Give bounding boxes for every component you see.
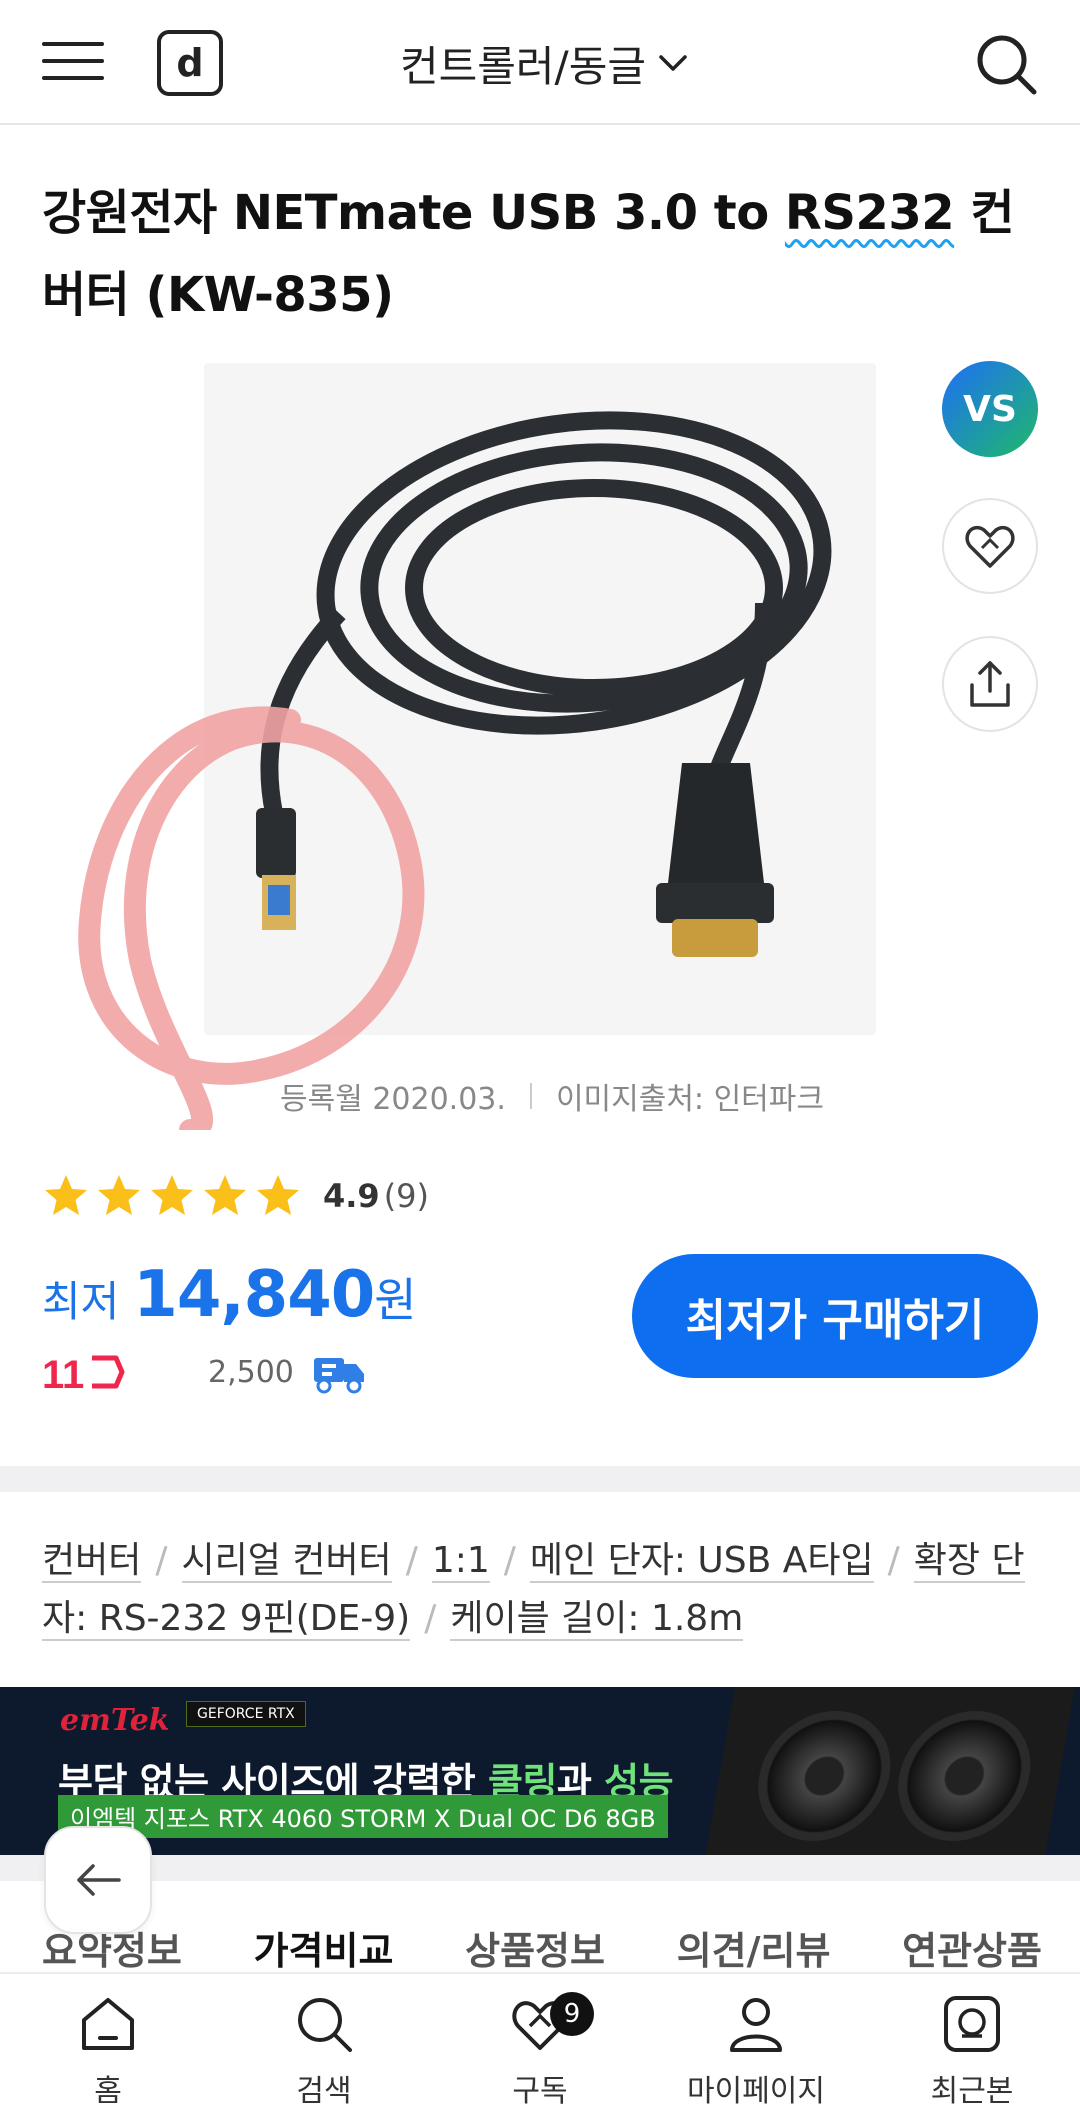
- star-icon: [45, 1175, 87, 1215]
- spec-tag[interactable]: 컨버터: [42, 1540, 142, 1583]
- wishlist-button[interactable]: [942, 498, 1038, 594]
- category-dropdown[interactable]: 컨트롤러/동글: [400, 30, 688, 96]
- spec-separator: /: [424, 1598, 437, 1639]
- person-icon: [730, 1998, 782, 2052]
- product-meta: 등록월 2020.03. 이미지출처: 인터파크: [280, 1074, 824, 1118]
- search-icon: [298, 1998, 352, 2052]
- tab-price-compare[interactable]: 가격비교: [254, 1920, 394, 1975]
- product-title: 강원전자 NETmate USB 3.0 to RS232 컨버터 (KW-83…: [42, 185, 1015, 323]
- spec-separator: /: [503, 1540, 516, 1581]
- detail-tabs: 요약정보 가격비교 상품정보 의견/리뷰 연관상품: [42, 1920, 1042, 1975]
- category-label: 컨트롤러/동글: [400, 41, 646, 91]
- tab-product-info[interactable]: 상품정보: [465, 1920, 605, 1975]
- share-button[interactable]: [942, 636, 1038, 732]
- spec-tag[interactable]: 시리얼 컨버터: [181, 1540, 392, 1583]
- share-icon: [970, 661, 1010, 707]
- arrow-left-icon: [77, 1864, 121, 1896]
- star-icon: [151, 1175, 193, 1215]
- spec-tag[interactable]: 1:1: [431, 1540, 490, 1583]
- banner-subtitle: 이엠텍 지포스 RTX 4060 STORM X Dual OC D6 8GB: [58, 1795, 668, 1838]
- spec-separator: /: [887, 1540, 900, 1581]
- emtek-logo: emTek: [60, 1703, 170, 1738]
- spec-separator: /: [405, 1540, 418, 1581]
- nav-subscribe[interactable]: 9 구독: [432, 1974, 648, 2128]
- nav-recent[interactable]: 최근본: [864, 1974, 1080, 2128]
- search-icon[interactable]: [972, 30, 1040, 98]
- gpu-fan: [887, 1711, 1041, 1841]
- nav-search[interactable]: 검색: [216, 1974, 432, 2128]
- rating-row[interactable]: 4.9 (9): [42, 1172, 429, 1220]
- spec-separator: /: [155, 1540, 168, 1581]
- title-highlight: RS232: [784, 185, 955, 241]
- price-unit: 원: [374, 1273, 417, 1327]
- subscribe-badge: 9: [550, 1992, 594, 2036]
- star-icon: [204, 1175, 246, 1215]
- rating-value: 4.9: [323, 1177, 380, 1215]
- danawa-logo[interactable]: d: [157, 30, 223, 96]
- spec-tag[interactable]: 케이블 길이: 1.8m: [450, 1598, 744, 1641]
- section-divider: [0, 1466, 1080, 1492]
- nav-home[interactable]: 홈: [0, 1974, 216, 2128]
- star-icon: [257, 1175, 299, 1215]
- menu-icon[interactable]: [42, 38, 104, 84]
- section-divider: [0, 1855, 1080, 1881]
- vs-compare-button[interactable]: VS: [942, 361, 1038, 457]
- 11st-logo: 11: [42, 1353, 125, 1396]
- home-icon: [82, 1998, 134, 2050]
- gpu-fan: [747, 1711, 901, 1841]
- buy-lowest-price-button[interactable]: 최저가 구매하기: [632, 1254, 1038, 1378]
- spec-tags: 컨버터 / 시리얼 컨버터/1:1/메인 단자: USB A타입 / 확장 단자: RS…: [42, 1532, 1042, 1648]
- shipping-fee: 2,500: [208, 1354, 294, 1390]
- price-value: 14,840: [133, 1258, 375, 1332]
- spec-tag[interactable]: 메인 단자: USB A타입: [529, 1540, 874, 1583]
- ad-banner[interactable]: emTek GEFORCE RTX 부담 없는 사이즈에 강력한 쿨링과 성능 …: [0, 1687, 1080, 1855]
- chevron-down-icon: [659, 55, 687, 71]
- top-header: d 컨트롤러/동글: [0, 0, 1080, 125]
- gpu-image: [703, 1687, 1077, 1855]
- registered-date: 등록월 2020.03.: [280, 1082, 506, 1117]
- red-circle-annotation: [78, 706, 425, 1130]
- tab-related[interactable]: 연관상품: [902, 1920, 1042, 1975]
- heart-icon: [965, 525, 1015, 568]
- star-icon: [98, 1175, 140, 1215]
- image-source: 이미지출처: 인터파크: [555, 1082, 824, 1117]
- svg-text:11: 11: [42, 1353, 84, 1396]
- recent-product-icon: [944, 1996, 1000, 2052]
- meta-divider: [529, 1083, 532, 1109]
- shop-row[interactable]: 11 2,500: [42, 1348, 368, 1396]
- delivery-truck-icon: [313, 1358, 364, 1394]
- tab-reviews[interactable]: 의견/리뷰: [677, 1920, 831, 1975]
- nav-mypage[interactable]: 마이페이지: [648, 1974, 864, 2128]
- geforce-rtx-logo: GEFORCE RTX: [186, 1701, 306, 1727]
- lowest-price: 최저 14,840 원: [42, 1258, 417, 1332]
- bottom-navigation: 홈 검색 9 구독 마이페이지 최근본: [0, 1972, 1080, 2128]
- star-rating: [42, 1172, 307, 1220]
- price-label: 최저: [42, 1277, 120, 1326]
- back-button[interactable]: [44, 1826, 152, 1934]
- rating-count: (9): [383, 1177, 430, 1215]
